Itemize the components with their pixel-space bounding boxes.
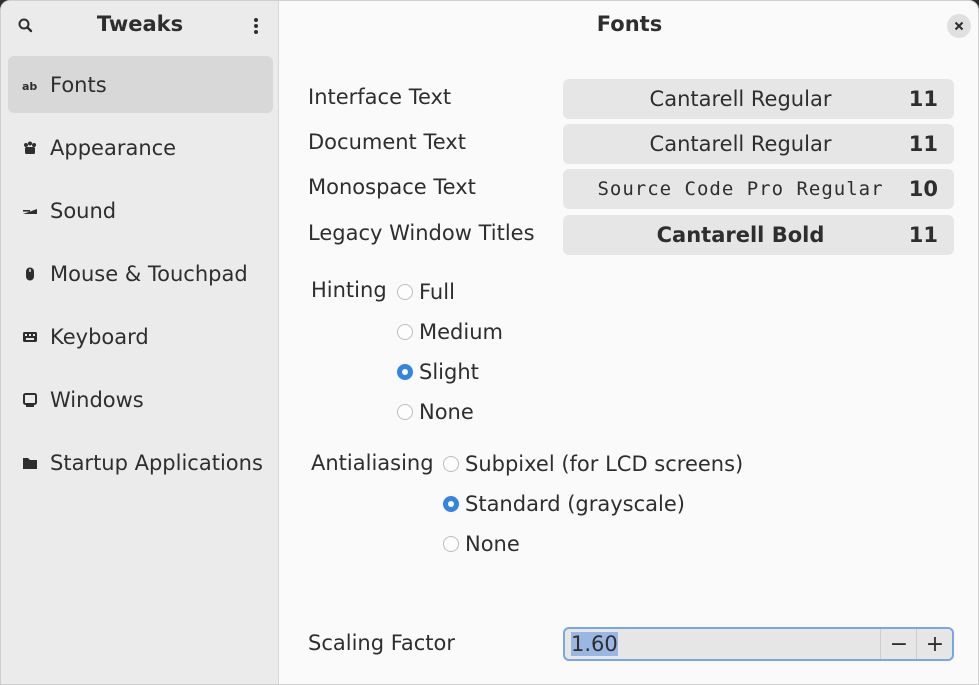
- menu-icon[interactable]: [247, 15, 265, 37]
- close-icon: [954, 21, 964, 31]
- sidebar-item-keyboard[interactable]: Keyboard: [8, 308, 273, 365]
- scaling-factor-label: Scaling Factor: [308, 631, 456, 655]
- radio-indicator-selected: [443, 496, 459, 512]
- radio-indicator: [397, 404, 413, 420]
- font-name: Source Code Pro Regular: [597, 178, 884, 200]
- font-icon: ab: [22, 77, 38, 93]
- sidebar-item-label: Appearance: [50, 135, 177, 160]
- folder-icon: [22, 455, 38, 471]
- appearance-icon: [22, 140, 38, 156]
- font-name: Cantarell Regular: [649, 132, 832, 156]
- hinting-slight-radio[interactable]: Slight: [397, 360, 479, 384]
- font-row-legacy-titles: Legacy Window Titles Cantarell Bold 11: [308, 215, 954, 255]
- keyboard-icon: [22, 329, 38, 345]
- main-panel: Fonts Interface Text Cantarell Regular 1…: [279, 1, 978, 684]
- font-row-document: Document Text Cantarell Regular 11: [308, 124, 954, 164]
- font-name: Cantarell Bold: [656, 223, 825, 247]
- sidebar-item-label: Keyboard: [50, 324, 149, 349]
- monospace-font-button[interactable]: Source Code Pro Regular 10: [563, 169, 954, 209]
- font-size: 11: [908, 132, 938, 156]
- radio-label: None: [419, 400, 474, 424]
- hinting-label: Hinting: [311, 278, 387, 302]
- font-label: Monospace Text: [308, 175, 476, 199]
- radio-indicator: [443, 536, 459, 552]
- radio-label: Slight: [419, 360, 479, 384]
- font-label: Interface Text: [308, 85, 452, 109]
- scaling-factor-input[interactable]: [571, 630, 881, 658]
- sidebar-item-startup-applications[interactable]: Startup Applications: [8, 434, 273, 491]
- font-label: Legacy Window Titles: [308, 221, 535, 245]
- legacy-titles-font-button[interactable]: Cantarell Bold 11: [563, 215, 954, 255]
- radio-label: Full: [419, 280, 455, 304]
- radio-indicator: [397, 284, 413, 300]
- decrease-button[interactable]: −: [880, 629, 917, 659]
- radio-indicator-selected: [397, 364, 413, 380]
- sidebar-item-label: Sound: [50, 198, 117, 223]
- sidebar-item-label: Mouse & Touchpad: [50, 261, 248, 286]
- radio-label: Subpixel (for LCD screens): [465, 452, 744, 476]
- close-button[interactable]: [947, 14, 971, 38]
- app-title: Tweaks: [96, 12, 184, 36]
- tweaks-window: Tweaks ab Fonts Appearance Sound Mouse &…: [0, 0, 979, 685]
- sidebar-item-label: Windows: [50, 387, 144, 412]
- hinting-medium-radio[interactable]: Medium: [397, 320, 503, 344]
- font-size: 11: [908, 223, 938, 247]
- antialiasing-label: Antialiasing: [311, 451, 434, 475]
- sidebar-nav: ab Fonts Appearance Sound Mouse & Touchp…: [8, 56, 273, 497]
- sidebar-header: Tweaks: [1, 1, 279, 53]
- font-size: 10: [908, 177, 938, 201]
- radio-indicator: [443, 456, 459, 472]
- sidebar-item-fonts[interactable]: ab Fonts: [8, 56, 273, 113]
- font-row-interface: Interface Text Cantarell Regular 11: [308, 79, 954, 119]
- increase-button[interactable]: +: [916, 629, 952, 659]
- radio-label: Standard (grayscale): [465, 492, 685, 516]
- antialiasing-none-radio[interactable]: None: [443, 532, 520, 556]
- sidebar-item-windows[interactable]: Windows: [8, 371, 273, 428]
- document-font-button[interactable]: Cantarell Regular 11: [563, 124, 954, 164]
- font-name: Cantarell Regular: [649, 87, 832, 111]
- sidebar-item-label: Fonts: [50, 72, 107, 97]
- hinting-full-radio[interactable]: Full: [397, 280, 455, 304]
- svg-text:ab: ab: [22, 80, 37, 93]
- mouse-icon: [22, 266, 38, 282]
- radio-label: Medium: [419, 320, 503, 344]
- sidebar-item-mouse-touchpad[interactable]: Mouse & Touchpad: [8, 245, 273, 302]
- font-row-monospace: Monospace Text Source Code Pro Regular 1…: [308, 169, 954, 209]
- sidebar-item-sound[interactable]: Sound: [8, 182, 273, 239]
- window-icon: [22, 392, 38, 408]
- interface-font-button[interactable]: Cantarell Regular 11: [563, 79, 954, 119]
- radio-indicator: [397, 324, 413, 340]
- font-size: 11: [908, 87, 938, 111]
- antialiasing-standard-radio[interactable]: Standard (grayscale): [443, 492, 685, 516]
- scaling-factor-spinbutton: − +: [563, 627, 954, 661]
- sidebar-item-appearance[interactable]: Appearance: [8, 119, 273, 176]
- sound-icon: [22, 203, 38, 219]
- radio-label: None: [465, 532, 520, 556]
- font-label: Document Text: [308, 130, 466, 154]
- sidebar-item-label: Startup Applications: [50, 450, 263, 475]
- page-title: Fonts: [596, 12, 663, 36]
- antialiasing-subpixel-radio[interactable]: Subpixel (for LCD screens): [443, 452, 743, 476]
- sidebar: Tweaks ab Fonts Appearance Sound Mouse &…: [1, 1, 279, 684]
- hinting-none-radio[interactable]: None: [397, 400, 474, 424]
